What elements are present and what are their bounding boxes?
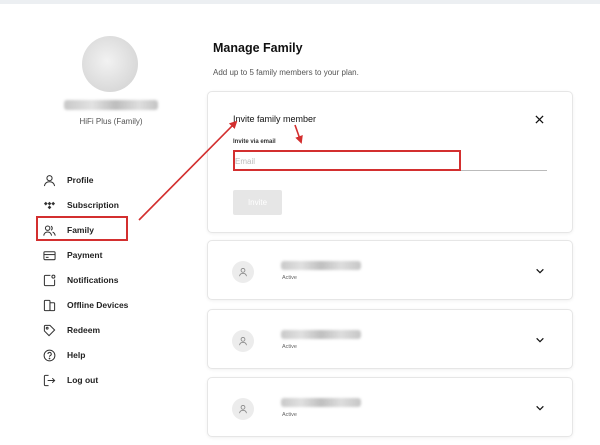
member-avatar	[232, 261, 254, 283]
sidebar-item-label: Log out	[67, 375, 99, 385]
sidebar-item-label: Notifications	[67, 275, 119, 285]
expand-button[interactable]	[534, 265, 546, 277]
person-icon	[239, 337, 247, 346]
profile-plan: HiFi Plus (Family)	[79, 117, 143, 126]
sidebar-item-offline-devices[interactable]: Offline Devices	[42, 297, 172, 313]
chevron-down-icon	[536, 337, 544, 343]
member-card[interactable]: Active	[207, 240, 573, 300]
member-avatar	[232, 398, 254, 420]
sidebar-item-payment[interactable]: Payment	[42, 247, 172, 263]
sidebar-item-label: Profile	[67, 175, 94, 185]
sidebar-item-label: Offline Devices	[67, 300, 129, 310]
invite-card: Invite family member Invite via email In…	[207, 91, 573, 233]
member-name-redacted	[281, 261, 361, 270]
page-subtitle: Add up to 5 family members to your plan.	[213, 68, 359, 77]
top-divider	[0, 0, 600, 4]
sidebar-item-label: Subscription	[67, 200, 119, 210]
person-icon	[42, 173, 56, 187]
close-icon	[534, 114, 544, 124]
chevron-down-icon	[536, 268, 544, 274]
tag-icon	[42, 323, 56, 337]
sidebar-item-label: Help	[67, 350, 86, 360]
member-avatar	[232, 330, 254, 352]
close-button[interactable]	[532, 112, 546, 126]
credit-card-icon	[42, 248, 56, 262]
page-title: Manage Family	[213, 41, 303, 55]
member-card[interactable]: Active	[207, 377, 573, 437]
member-status: Active	[282, 412, 297, 418]
chevron-down-icon	[536, 405, 544, 411]
member-card[interactable]: Active	[207, 309, 573, 369]
question-circle-icon	[42, 348, 56, 362]
sidebar-item-notifications[interactable]: Notifications	[42, 272, 172, 288]
devices-icon	[42, 298, 56, 312]
expand-button[interactable]	[534, 402, 546, 414]
sidebar-item-subscription[interactable]: Subscription	[42, 197, 172, 213]
person-icon	[239, 268, 247, 277]
member-status: Active	[282, 275, 297, 281]
person-icon	[239, 405, 247, 414]
sidebar-item-label: Redeem	[67, 325, 101, 335]
logout-icon	[42, 373, 56, 387]
sidebar-item-redeem[interactable]: Redeem	[42, 322, 172, 338]
member-name-redacted	[281, 398, 361, 407]
sidebar-item-profile[interactable]: Profile	[42, 172, 172, 188]
family-highlight-box	[36, 216, 128, 241]
profile-name-redacted	[64, 100, 158, 110]
sidebar-item-label: Payment	[67, 250, 103, 260]
email-label: Invite via email	[233, 139, 276, 145]
invite-button[interactable]: Invite	[233, 190, 282, 215]
bell-square-icon	[42, 273, 56, 287]
member-status: Active	[282, 344, 297, 350]
member-name-redacted	[281, 330, 361, 339]
expand-button[interactable]	[534, 334, 546, 346]
sidebar-item-logout[interactable]: Log out	[42, 372, 172, 388]
profile-avatar	[82, 36, 138, 92]
email-field[interactable]	[233, 152, 547, 171]
sidebar-item-help[interactable]: Help	[42, 347, 172, 363]
invite-title: Invite family member	[233, 114, 317, 124]
tidal-logo-icon	[42, 198, 56, 212]
